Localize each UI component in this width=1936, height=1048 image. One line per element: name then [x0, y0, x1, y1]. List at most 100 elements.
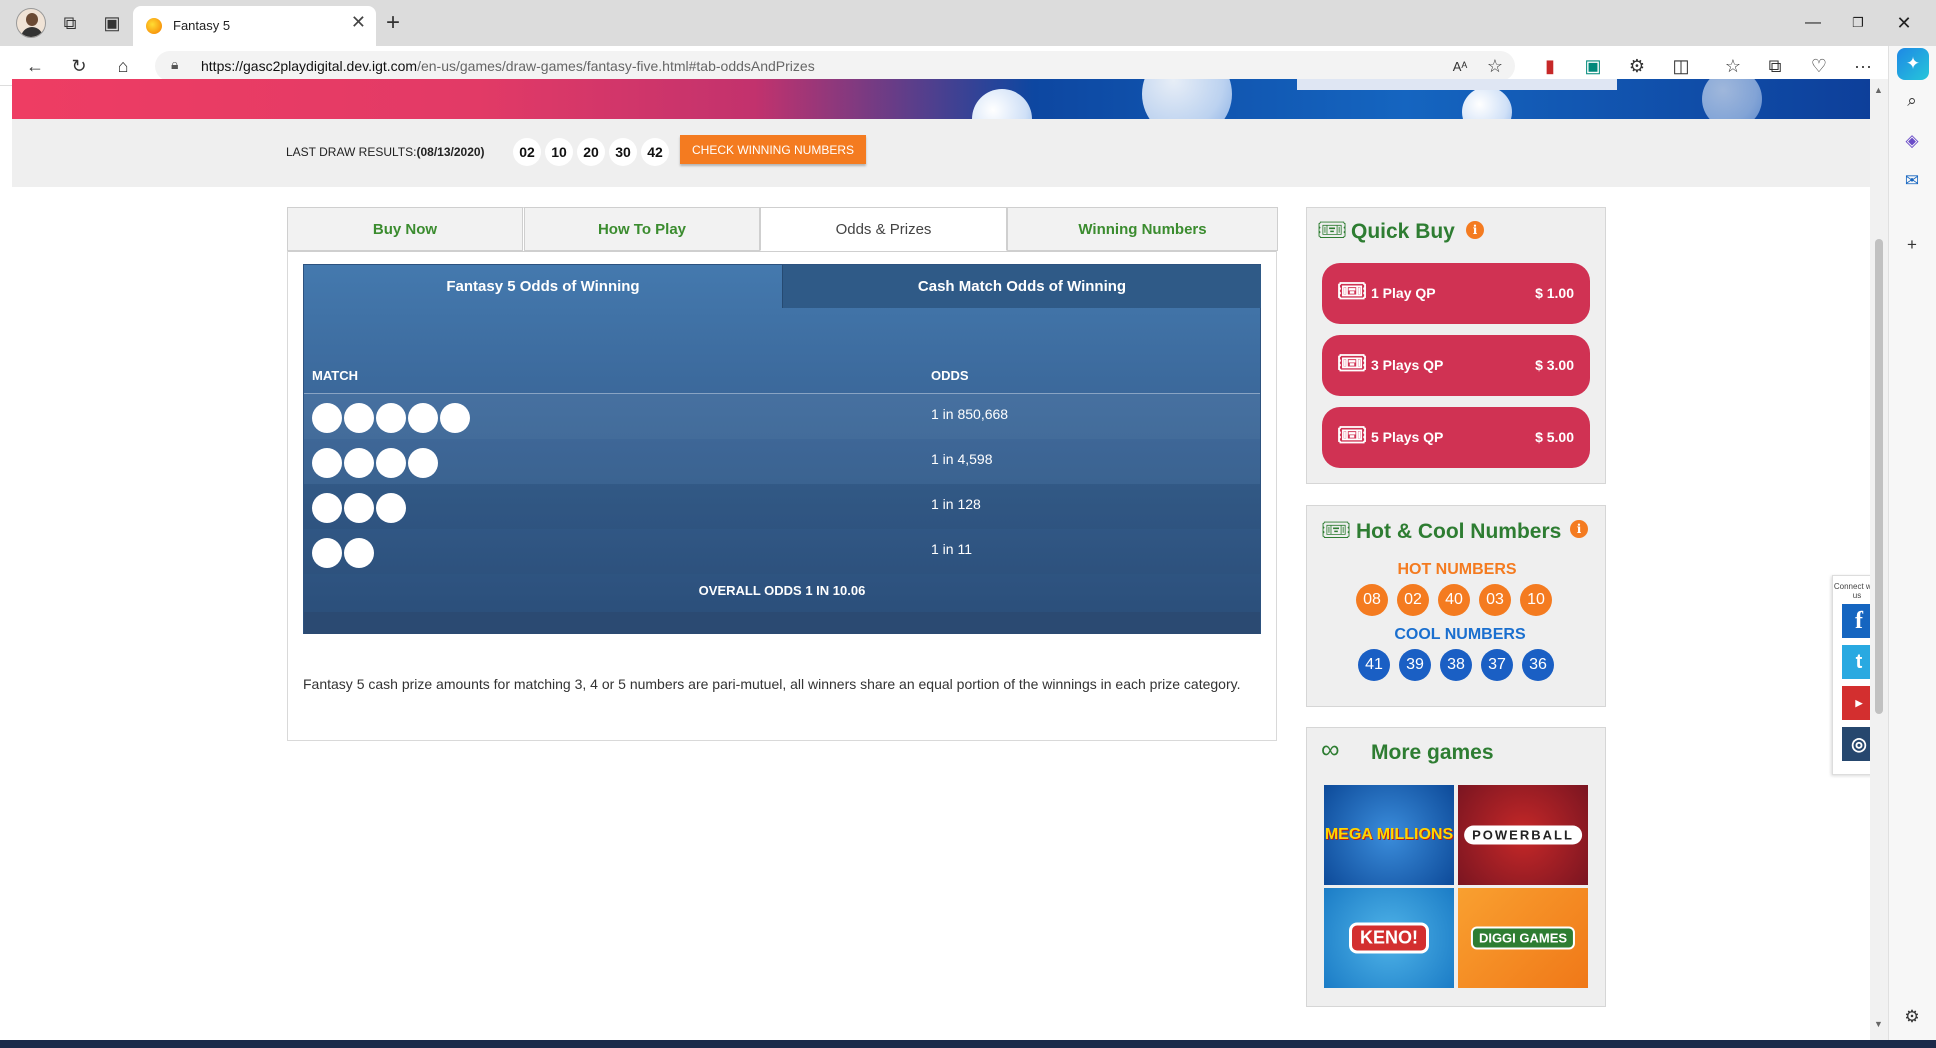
collections-icon[interactable]: ⧉ — [1760, 51, 1790, 81]
subtab-fantasy5-odds[interactable]: Fantasy 5 Odds of Winning — [304, 265, 782, 308]
qp-label: 3 Plays QP — [1371, 357, 1444, 373]
refresh-icon[interactable]: ↻ — [64, 51, 94, 81]
qp-label: 5 Plays QP — [1371, 429, 1444, 445]
read-aloud-icon[interactable]: Aᴬ — [1445, 51, 1475, 81]
odds-table: Fantasy 5 Odds of Winning Cash Match Odd… — [303, 264, 1261, 634]
outlook-icon[interactable]: ✉ — [1897, 166, 1927, 196]
hot-number-ball: 10 — [1520, 584, 1552, 616]
match-4-balls — [312, 448, 438, 478]
cool-numbers-label: COOL NUMBERS — [1394, 626, 1526, 643]
tab-actions-icon[interactable]: ▣ — [97, 8, 127, 38]
extensions-puzzle-icon[interactable]: ⚙ — [1622, 51, 1652, 81]
powerball-tile[interactable]: POWERBALL — [1458, 785, 1588, 885]
office-icon[interactable]: ◈ — [1897, 126, 1927, 156]
favorites-icon[interactable]: ☆ — [1718, 51, 1748, 81]
tab-odds-prizes[interactable]: Odds & Prizes — [760, 207, 1007, 251]
tabs-divider — [288, 251, 1276, 252]
quick-buy-3-plays-button[interactable]: 🎟︎ 3 Plays QP $ 3.00 — [1322, 335, 1590, 396]
odds-row: 1 in 4,598 — [304, 439, 1260, 484]
ticket-icon: 🎟︎ — [1321, 517, 1352, 544]
quick-buy-5-plays-button[interactable]: 🎟︎ 5 Plays QP $ 5.00 — [1322, 407, 1590, 468]
hero-ball-image — [1702, 79, 1762, 119]
subtab-cash-match-odds[interactable]: Cash Match Odds of Winning — [782, 265, 1261, 308]
match-column-header: MATCH — [312, 368, 358, 383]
hot-number-ball: 40 — [1438, 584, 1470, 616]
cool-number-ball: 36 — [1522, 649, 1554, 681]
home-icon[interactable]: ⌂ — [108, 51, 138, 81]
search-icon[interactable]: ⌕ — [1897, 86, 1927, 116]
tab-buy-now[interactable]: Buy Now — [287, 207, 523, 251]
window-close-icon[interactable]: ✕ — [1884, 8, 1924, 38]
new-tab-icon[interactable]: + — [378, 8, 408, 38]
edge-sidebar: ✦ ⌕ ◈ ✉ + ⚙ — [1888, 46, 1936, 1048]
hot-number-ball: 02 — [1397, 584, 1429, 616]
match-ball-icon — [312, 403, 342, 433]
info-icon[interactable]: i — [1466, 221, 1484, 239]
info-icon[interactable]: i — [1570, 520, 1588, 538]
qp-price: $ 3.00 — [1535, 357, 1574, 373]
scroll-up-arrow-icon[interactable]: ▲ — [1874, 85, 1883, 95]
odds-value: 1 in 11 — [931, 541, 972, 557]
draw-number-ball: 10 — [545, 138, 573, 166]
qp-price: $ 1.00 — [1535, 285, 1574, 301]
more-games-panel: ∞ More games MEGA MILLIONS POWERBALL KEN… — [1306, 727, 1606, 1007]
browser-essentials-icon[interactable]: ♡ — [1804, 51, 1834, 81]
page-scrollbar[interactable]: ▲ ▼ — [1870, 79, 1888, 1040]
url-text: https://gasc2playdigital.dev.igt.com/en-… — [201, 58, 815, 74]
web-page: LAST DRAW RESULTS:(08/13/2020) 02 10 20 … — [12, 79, 1870, 1040]
qp-label: 1 Play QP — [1371, 285, 1436, 301]
game-info-panel: Buy Now How To Play Odds & Prizes Winnin… — [287, 207, 1278, 741]
instagram-icon[interactable]: ◎ — [1842, 727, 1870, 761]
diggi-games-tile[interactable]: DIGGI GAMES — [1458, 888, 1588, 988]
profile-avatar[interactable] — [16, 8, 46, 38]
quick-buy-title: Quick Buy — [1351, 220, 1455, 243]
match-3-balls — [312, 493, 406, 523]
extension-teal-icon[interactable]: ▣ — [1578, 51, 1608, 81]
favorite-star-icon[interactable]: ☆ — [1480, 51, 1510, 81]
powerball-logo: POWERBALL — [1464, 825, 1582, 845]
sidebar-settings-icon[interactable]: ⚙ — [1897, 1002, 1927, 1032]
more-menu-icon[interactable]: ··· — [1848, 51, 1878, 81]
scroll-thumb[interactable] — [1875, 239, 1883, 714]
cool-number-ball: 41 — [1358, 649, 1390, 681]
match-ball-icon — [312, 538, 342, 568]
hot-cool-numbers-panel: 🎟︎ Hot & Cool Numbers i HOT NUMBERS 08 0… — [1306, 505, 1606, 707]
minimize-icon[interactable]: — — [1793, 8, 1833, 38]
twitter-icon[interactable]: t — [1842, 645, 1870, 679]
back-icon[interactable]: ← — [20, 51, 50, 81]
match-2-balls — [312, 538, 374, 568]
tab-winning-numbers[interactable]: Winning Numbers — [1007, 207, 1278, 251]
youtube-icon[interactable]: ▶ — [1842, 686, 1870, 720]
cool-number-ball: 37 — [1481, 649, 1513, 681]
scroll-down-arrow-icon[interactable]: ▼ — [1874, 1019, 1883, 1029]
overall-odds: OVERALL ODDS 1 IN 10.06 — [698, 583, 866, 598]
tab-how-to-play[interactable]: How To Play — [524, 207, 760, 251]
facebook-icon[interactable]: f — [1842, 604, 1870, 638]
extension-red-icon[interactable]: ▮ — [1535, 51, 1565, 81]
quick-buy-1-play-button[interactable]: 🎟︎ 1 Play QP $ 1.00 — [1322, 263, 1590, 324]
hero-card-image — [1297, 79, 1617, 90]
copilot-icon[interactable]: ✦ — [1897, 48, 1929, 80]
workspaces-icon[interactable]: ⧉ — [55, 8, 85, 38]
mega-millions-tile[interactable]: MEGA MILLIONS — [1324, 785, 1454, 885]
restore-icon[interactable]: ❐ — [1838, 8, 1878, 38]
keno-tile[interactable]: KENO! — [1324, 888, 1454, 988]
tab-close-icon[interactable]: ✕ — [351, 12, 366, 33]
match-ball-icon — [376, 403, 406, 433]
more-games-title: More games — [1371, 741, 1494, 764]
lock-icon[interactable]: 🔒︎ — [171, 56, 178, 73]
match-ball-icon — [344, 403, 374, 433]
quick-buy-panel: 🎟︎ Quick Buy i 🎟︎ 1 Play QP $ 1.00 🎟︎ 3 … — [1306, 207, 1606, 484]
odds-value: 1 in 850,668 — [931, 406, 1009, 422]
url-input[interactable]: 🔒︎ https://gasc2playdigital.dev.igt.com/… — [155, 51, 1515, 81]
hero-banner — [12, 79, 1870, 119]
qp-price: $ 5.00 — [1535, 429, 1574, 445]
tab-title: Fantasy 5 — [173, 18, 231, 33]
split-screen-icon[interactable]: ◫ — [1666, 51, 1696, 81]
odds-row: 1 in 11 — [304, 529, 1260, 574]
last-draw-strip: LAST DRAW RESULTS:(08/13/2020) 02 10 20 … — [12, 119, 1870, 187]
add-sidebar-app-icon[interactable]: + — [1897, 230, 1927, 260]
check-winning-numbers-button[interactable]: CHECK WINNING NUMBERS — [680, 135, 866, 164]
odds-column-header: ODDS — [931, 368, 969, 383]
browser-tab-active[interactable]: Fantasy 5 ✕ — [133, 6, 376, 46]
